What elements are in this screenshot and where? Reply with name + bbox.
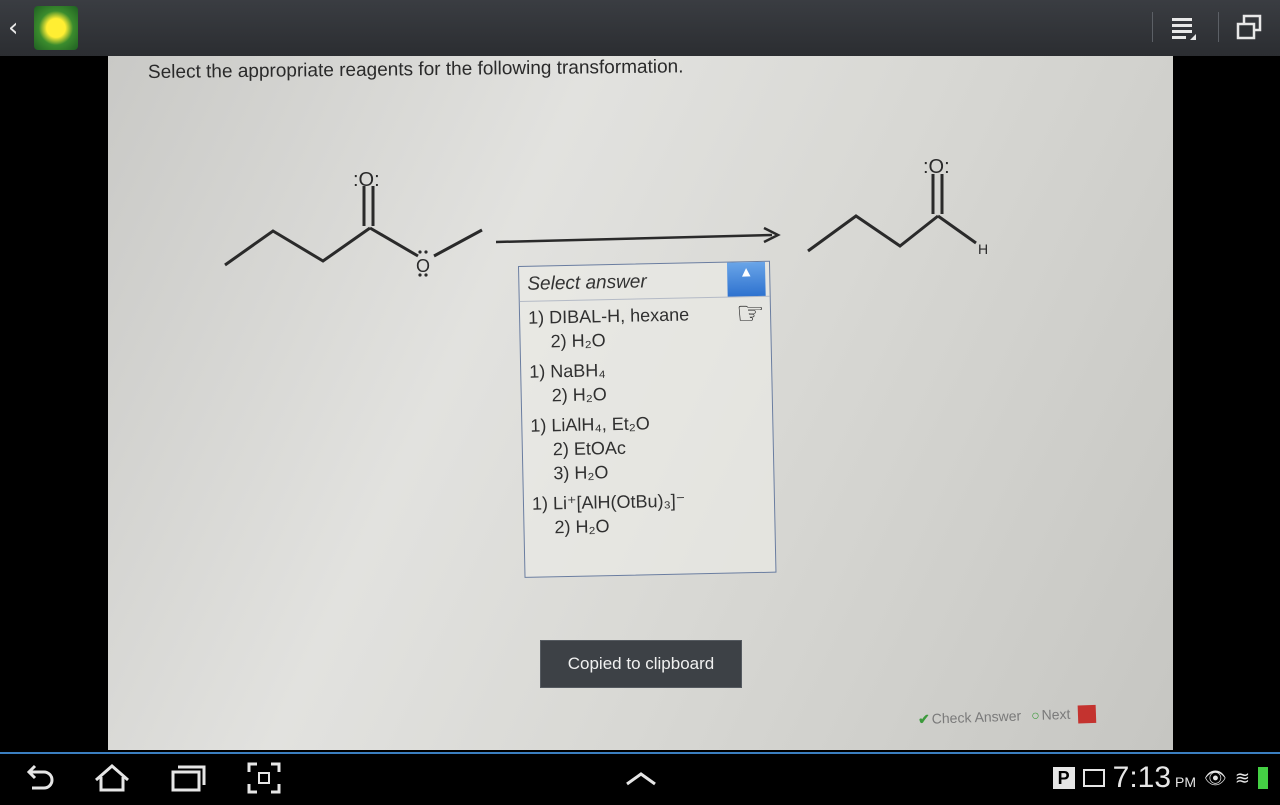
home-icon[interactable]: [92, 760, 132, 796]
system-nav-bar: P 7:13 PM 👁 ≋: [0, 752, 1280, 802]
chevron-up-icon: ▲: [741, 265, 751, 279]
clock-time: 7:13: [1112, 761, 1172, 794]
answer-option-2[interactable]: 1) NaBH₄ 2) H₂O: [529, 355, 764, 408]
product-carbonyl-oxygen: :O:: [923, 156, 950, 178]
ester-oxygen: O: [416, 256, 430, 276]
select-placeholder: Select answer: [527, 271, 647, 295]
p-notification-icon: P: [1052, 767, 1075, 789]
answer-option-4[interactable]: 1) Li⁺[AlH(OtBu)₃]⁻ 2) H₂O: [532, 487, 767, 540]
option-step: 2) H₂O: [551, 384, 607, 406]
reactant-molecule: [224, 186, 483, 267]
divider: [1218, 12, 1219, 42]
back-icon[interactable]: [22, 760, 56, 796]
option-step: 3) H₂O: [553, 462, 609, 484]
eye-icon: 👁: [1204, 767, 1227, 788]
product-aldehyde-hydrogen: H: [978, 241, 988, 257]
battery-icon: [1258, 767, 1268, 789]
dropdown-toggle-button[interactable]: ▲: [726, 261, 766, 297]
check-answer-link[interactable]: Check Answer: [931, 708, 1021, 727]
next-circle-icon: ○: [1030, 706, 1040, 724]
option-step: 2) H₂O: [550, 330, 606, 352]
footer-links: ✔Check Answer ○Next: [918, 705, 1097, 730]
chevron-left-icon[interactable]: ‹: [8, 14, 28, 42]
chevron-up-icon[interactable]: [624, 760, 658, 796]
answer-options: 1) DIBAL-H, hexane 2) H₂O 1) NaBH₄ 2) H₂…: [520, 297, 775, 550]
answer-option-1[interactable]: 1) DIBAL-H, hexane 2) H₂O: [528, 301, 763, 354]
list-menu-icon[interactable]: [1168, 12, 1200, 44]
recent-apps-icon[interactable]: [170, 760, 206, 796]
product-molecule: [807, 174, 977, 253]
select-header[interactable]: Select answer ▲: [519, 261, 770, 302]
action-bar: ‹: [0, 0, 1280, 56]
image-notification-icon: [1082, 769, 1105, 787]
exit-icon[interactable]: [1078, 705, 1097, 724]
option-step: 2) H₂O: [554, 516, 610, 538]
hand-cursor-icon: ☞: [736, 294, 765, 332]
toast-message: Copied to clipboard: [540, 640, 742, 688]
gallery-flower-icon[interactable]: [34, 6, 78, 50]
reaction-arrow: [495, 226, 781, 244]
popup-window-icon[interactable]: [1234, 12, 1266, 44]
status-area[interactable]: P 7:13 PM 👁 ≋: [1052, 758, 1268, 798]
divider: [1152, 12, 1153, 42]
screenshot-icon[interactable]: [246, 760, 282, 796]
wifi-icon: ≋: [1234, 767, 1250, 788]
check-circle-icon: ✔: [917, 710, 931, 728]
clock-ampm: PM: [1175, 774, 1197, 790]
reactant-carbonyl-oxygen: :O:: [353, 169, 380, 191]
answer-option-3[interactable]: 1) LiAlH₄, Et₂O 2) EtOAc 3) H₂O: [530, 409, 765, 486]
next-link[interactable]: Next: [1041, 706, 1070, 723]
